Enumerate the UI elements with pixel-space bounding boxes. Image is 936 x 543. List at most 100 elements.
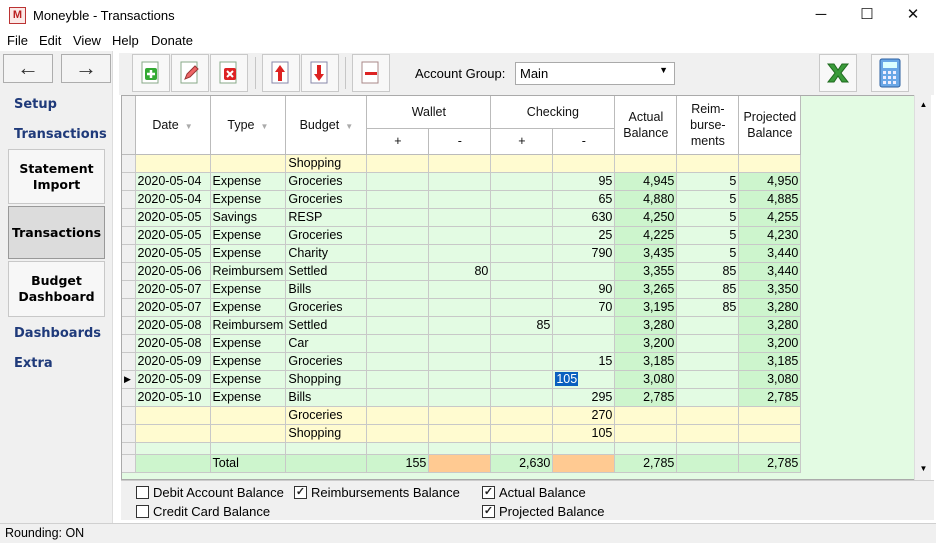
cell-type[interactable]: Expense (210, 370, 287, 389)
cell-c-minus[interactable] (552, 154, 616, 173)
row-selector[interactable] (122, 244, 136, 263)
cell-date[interactable]: 2020-05-05 (135, 226, 211, 245)
cell-projected[interactable] (738, 406, 802, 425)
row-selector[interactable] (122, 406, 136, 425)
cell-date[interactable]: 2020-05-06 (135, 262, 211, 281)
cell-type[interactable]: Expense (210, 172, 287, 191)
cell-w-minus[interactable] (428, 280, 492, 299)
cell-actual[interactable]: 4,225 (614, 226, 678, 245)
cell-projected[interactable] (738, 154, 802, 173)
cell-projected[interactable]: 4,950 (738, 172, 802, 191)
cell-budget[interactable]: Charity (285, 244, 368, 263)
cell-reimb[interactable] (676, 316, 740, 335)
cell-projected[interactable]: 3,080 (738, 370, 802, 389)
menu-help[interactable]: Help (112, 33, 139, 48)
vertical-scrollbar[interactable]: ▲ ▼ (914, 95, 931, 480)
nav-extra[interactable]: Extra (14, 356, 53, 371)
cell-actual[interactable]: 3,200 (614, 334, 678, 353)
cell-budget[interactable]: Groceries (285, 190, 368, 209)
cell-projected[interactable]: 4,885 (738, 190, 802, 209)
calculator-button[interactable] (871, 54, 909, 92)
cell-reimb[interactable] (676, 154, 740, 173)
cell-date[interactable] (135, 154, 211, 173)
cell-w-minus[interactable] (428, 172, 492, 191)
cell-c-plus[interactable] (490, 334, 554, 353)
cell-type[interactable]: Expense (210, 280, 287, 299)
cell-w-minus[interactable] (428, 154, 492, 173)
cell-w-plus[interactable] (366, 334, 430, 353)
cell-actual[interactable] (614, 154, 678, 173)
account-group-select[interactable]: Main ▼ (515, 62, 675, 85)
row-selector[interactable]: ▶ (122, 370, 136, 389)
cell-type[interactable] (210, 406, 287, 425)
wallet-plus-header[interactable]: + (366, 128, 430, 155)
table-row[interactable]: 2020-05-10 Expense Bills 295 2,785 2,785 (122, 388, 802, 407)
cell-c-minus[interactable] (552, 334, 616, 353)
row-selector[interactable] (122, 298, 136, 317)
cell-w-minus[interactable] (428, 316, 492, 335)
cell-budget[interactable]: RESP (285, 208, 368, 227)
cell-date[interactable]: 2020-05-04 (135, 190, 211, 209)
actual-balance-checkbox[interactable]: ✓ Actual Balance (482, 483, 586, 501)
cell-budget[interactable]: Settled (285, 316, 368, 335)
cell-c-plus[interactable] (490, 172, 554, 191)
add-button[interactable] (132, 54, 170, 92)
table-row[interactable]: 2020-05-07 Expense Groceries 70 3,195 85 3,280 (122, 298, 802, 317)
nav-dashboards[interactable]: Dashboards (14, 326, 101, 341)
cell-date[interactable] (135, 406, 211, 425)
cell-c-plus[interactable] (490, 280, 554, 299)
cell-w-plus[interactable] (366, 244, 430, 263)
cell-c-minus[interactable]: 90 (552, 280, 616, 299)
minimize-button[interactable]: ─ (798, 0, 844, 31)
cell-budget[interactable]: Groceries (285, 352, 368, 371)
cell-c-plus[interactable] (490, 190, 554, 209)
cell-w-minus[interactable] (428, 208, 492, 227)
table-row[interactable]: 2020-05-05 Savings RESP 630 4,250 5 4,255 (122, 208, 802, 227)
cell-c-minus[interactable]: 270 (552, 406, 616, 425)
nav-transactions-button[interactable]: Transactions (8, 206, 105, 259)
maximize-button[interactable]: ☐ (844, 0, 890, 31)
cell-type[interactable]: Expense (210, 226, 287, 245)
cell-w-plus[interactable] (366, 172, 430, 191)
row-selector[interactable] (122, 316, 136, 335)
cell-projected[interactable]: 2,785 (738, 388, 802, 407)
cell-projected[interactable]: 3,200 (738, 334, 802, 353)
cell-date[interactable]: 2020-05-07 (135, 298, 211, 317)
actual-balance-header[interactable]: Actual Balance (614, 96, 678, 155)
row-selector[interactable] (122, 190, 136, 209)
cell-actual[interactable]: 3,080 (614, 370, 678, 389)
menu-edit[interactable]: Edit (39, 33, 61, 48)
cell-c-minus[interactable]: 25 (552, 226, 616, 245)
cell-reimb[interactable]: 85 (676, 280, 740, 299)
cell-type[interactable]: Savings (210, 208, 287, 227)
nav-transactions-heading[interactable]: Transactions (14, 127, 107, 142)
cell-budget[interactable]: Groceries (285, 226, 368, 245)
cell-c-plus[interactable] (490, 388, 554, 407)
cell-w-minus[interactable] (428, 352, 492, 371)
table-row[interactable]: ▶ 2020-05-09 Expense Shopping 105 3,080 3,080 (122, 370, 802, 389)
row-selector[interactable] (122, 334, 136, 353)
cell-date[interactable] (135, 424, 211, 443)
cell-w-minus[interactable]: 80 (428, 262, 492, 281)
cell-w-minus[interactable] (428, 370, 492, 389)
cell-date[interactable]: 2020-05-05 (135, 208, 211, 227)
cell-reimb[interactable]: 5 (676, 244, 740, 263)
cell-w-plus[interactable] (366, 352, 430, 371)
cell-reimb[interactable]: 85 (676, 262, 740, 281)
row-selector[interactable] (122, 262, 136, 281)
date-column-header[interactable]: Date ▼ (135, 96, 211, 155)
wallet-minus-header[interactable]: - (428, 128, 492, 155)
cell-budget[interactable]: Car (285, 334, 368, 353)
table-row[interactable]: Groceries 270 (122, 406, 802, 425)
cell-c-plus[interactable] (490, 208, 554, 227)
cell-date[interactable]: 2020-05-05 (135, 244, 211, 263)
checkbox-box[interactable] (136, 485, 149, 499)
cell-reimb[interactable]: 85 (676, 298, 740, 317)
cell-reimb[interactable]: 5 (676, 190, 740, 209)
cell-w-plus[interactable] (366, 424, 430, 443)
cell-type[interactable] (210, 154, 287, 173)
cell-w-minus[interactable] (428, 298, 492, 317)
cell-date[interactable]: 2020-05-09 (135, 352, 211, 371)
nav-setup[interactable]: Setup (14, 97, 57, 112)
export-excel-button[interactable] (819, 54, 857, 92)
